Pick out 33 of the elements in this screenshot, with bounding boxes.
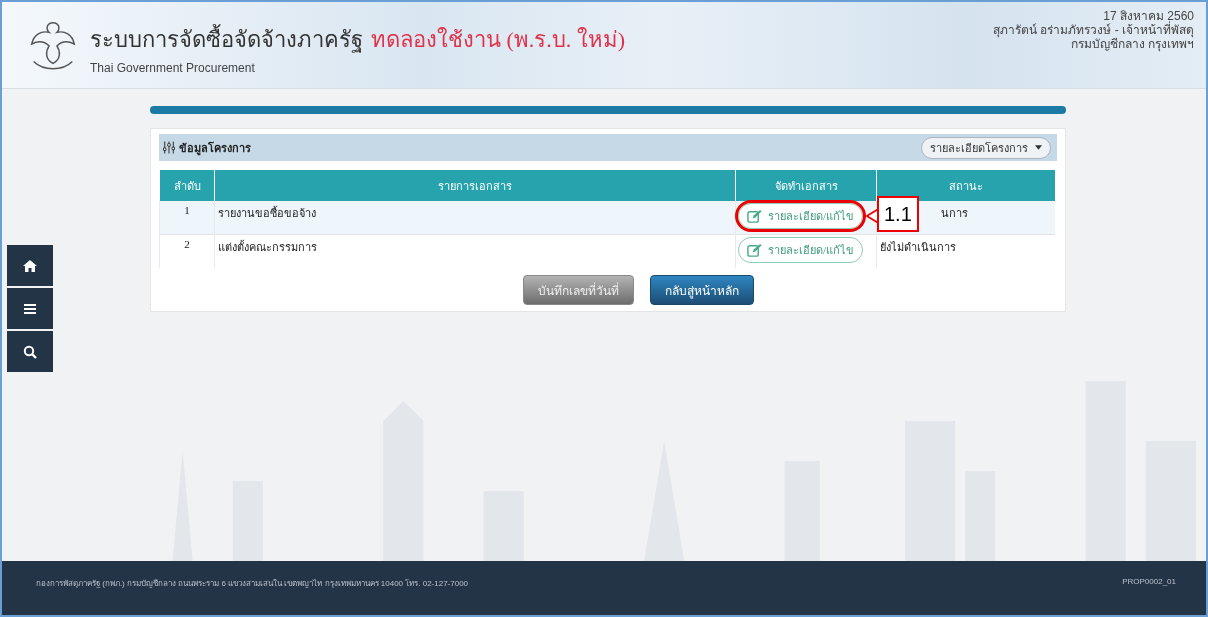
table-cell: แต่งตั้งคณะกรรมการ	[214, 234, 736, 268]
sliders-icon	[163, 140, 175, 155]
column-header: รายการเอกสาร	[214, 170, 736, 201]
page-code: PROP0002_01	[1122, 577, 1176, 586]
details-edit-button[interactable]: รายละเอียด/แก้ไข	[738, 203, 864, 229]
table-cell: รายงานขอซื้อขอจ้าง	[214, 201, 736, 235]
table-cell: 2	[159, 234, 215, 268]
caret-icon	[1035, 145, 1042, 150]
search-icon	[22, 343, 38, 360]
edit-icon	[747, 242, 762, 258]
home-button[interactable]	[7, 245, 53, 286]
footer-address: กองการพัสดุภาครัฐ (กพภ.) กรมบัญชีกลาง ถนนพระราม 6 แขวงสามเสนใน เขตพญาไท กรุงเทพมหานคร 10400 โทร. 02-127-7000	[36, 578, 469, 590]
back-home-button[interactable]: กลับสู่หน้าหลัก	[649, 275, 754, 305]
panel-title: ข้อมูลโครงการ	[179, 140, 251, 157]
column-header: ลำดับ	[159, 170, 215, 201]
organization-text: กรมบัญชีกลาง กรุงเทพฯ	[1069, 37, 1194, 51]
column-header: จัดทำเอกสาร	[735, 170, 877, 201]
system-subtitle: Thai Government Procurement	[90, 61, 256, 75]
details-edit-button[interactable]: รายละเอียด/แก้ไข	[738, 237, 864, 263]
search-button[interactable]	[7, 331, 53, 372]
system-title: ระบบการจัดซื้อจัดจ้างภาครัฐ	[90, 22, 363, 57]
table-cell: ยังไม่ดำเนินการ	[876, 234, 1055, 268]
callout-pointer	[866, 207, 878, 225]
home-icon	[22, 257, 38, 274]
edit-icon	[747, 208, 762, 224]
date-text: 17 สิงหาคม 2560	[1102, 9, 1194, 23]
trial-label: ทดลองใช้งาน (พ.ร.บ. ใหม่)	[371, 26, 626, 54]
menu-button[interactable]	[7, 288, 53, 329]
column-header: สถานะ	[876, 170, 1055, 201]
user-name: สุภารัตน์ อร่ามภัทรวงษ์ - เจ้าหน้าที่พัสดุ	[993, 23, 1194, 37]
project-details-dropdown[interactable]: รายละเอียดโครงการ	[921, 136, 1051, 159]
callout-label: 1.1	[877, 196, 919, 232]
table-cell: 1	[159, 201, 215, 235]
